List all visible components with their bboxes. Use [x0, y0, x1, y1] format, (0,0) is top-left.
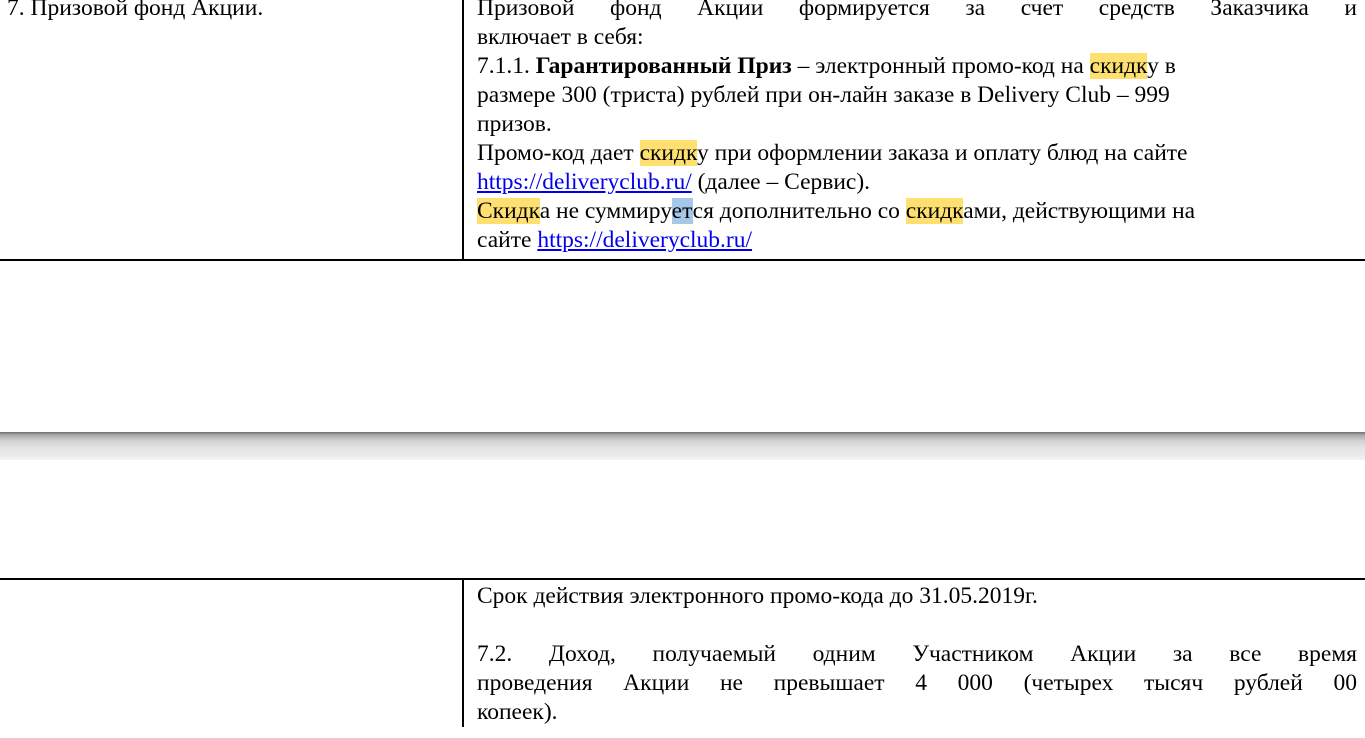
income-line-1: 7.2. Доход, получаемый одним Участником …: [477, 641, 1357, 667]
section-heading: 7. Призовой фонд Акции.: [7, 0, 264, 21]
discount-line: Скидка не суммируется дополнительно со с…: [477, 197, 1357, 226]
prize-number: 7.1.1.: [477, 53, 530, 79]
prize-title: Гарантированный Приз: [535, 53, 792, 79]
site-line: сайте https://deliveryclub.ru/: [477, 226, 1357, 255]
table-row: Срок действия электронного промо-кода до…: [0, 579, 1365, 727]
intro-line-2: включает в себя:: [477, 24, 644, 50]
selected-text: ет: [671, 198, 693, 224]
prize-text-1: – электронный промо-код на: [791, 53, 1090, 79]
intro-line-1: Призовой фонд Акции формируется за счет …: [477, 0, 1357, 21]
prize-text-1-end: у в: [1147, 53, 1176, 79]
continuation-content-cell: Срок действия электронного промо-кода до…: [463, 579, 1365, 727]
document-page-top: 7. Призовой фонд Акции. Призовой фонд Ак…: [0, 0, 1365, 432]
highlighted-word: Скидк: [477, 198, 540, 224]
prize-fund-table: 7. Призовой фонд Акции. Призовой фонд Ак…: [0, 0, 1365, 261]
empty-left-cell: [0, 579, 464, 727]
promo-text-2-end: (далее – Сервис).: [691, 169, 871, 195]
deliveryclub-link[interactable]: https://deliveryclub.ru/: [477, 169, 692, 195]
income-line-3: копеек).: [477, 699, 558, 725]
prize-line-2: размере 300 (триста) рублей при он-лайн …: [477, 82, 1170, 108]
validity-line: Срок действия электронного промо-кода до…: [477, 583, 1038, 609]
prize-line-1: 7.1.1. Гарантированный Приз – электронны…: [477, 52, 1357, 81]
section-content-cell: Призовой фонд Акции формируется за счет …: [463, 0, 1365, 260]
document-page-bottom: Срок действия электронного промо-кода до…: [0, 460, 1365, 738]
promo-text-start: Промо-код дает: [477, 140, 640, 166]
promo-text-end: у при оформлении заказа и оплату блюд на…: [697, 140, 1188, 166]
highlighted-word: скидк: [1089, 53, 1148, 79]
discount-text-c: ами, действующими на: [963, 198, 1196, 224]
page-separator: [0, 432, 1365, 460]
continuation-table: Срок действия электронного промо-кода до…: [0, 578, 1365, 727]
highlighted-word: скидк: [639, 140, 698, 166]
promo-line-2: https://deliveryclub.ru/ (далее – Сервис…: [477, 168, 1357, 197]
table-row: 7. Призовой фонд Акции. Призовой фонд Ак…: [0, 0, 1365, 260]
promo-line-1: Промо-код дает скидку при оформлении зак…: [477, 139, 1357, 168]
deliveryclub-site-link[interactable]: https://deliveryclub.ru/: [537, 227, 752, 253]
discount-text-a: а не суммиру: [539, 198, 672, 224]
section-heading-cell: 7. Призовой фонд Акции.: [0, 0, 464, 260]
site-word: сайте: [477, 227, 538, 253]
discount-text-b: ся дополнительно со: [692, 198, 906, 224]
highlighted-word: скидк: [905, 198, 964, 224]
income-line-2: проведения Акции не превышает 4 000 (чет…: [477, 670, 1357, 696]
prize-line-3: призов.: [477, 111, 552, 137]
